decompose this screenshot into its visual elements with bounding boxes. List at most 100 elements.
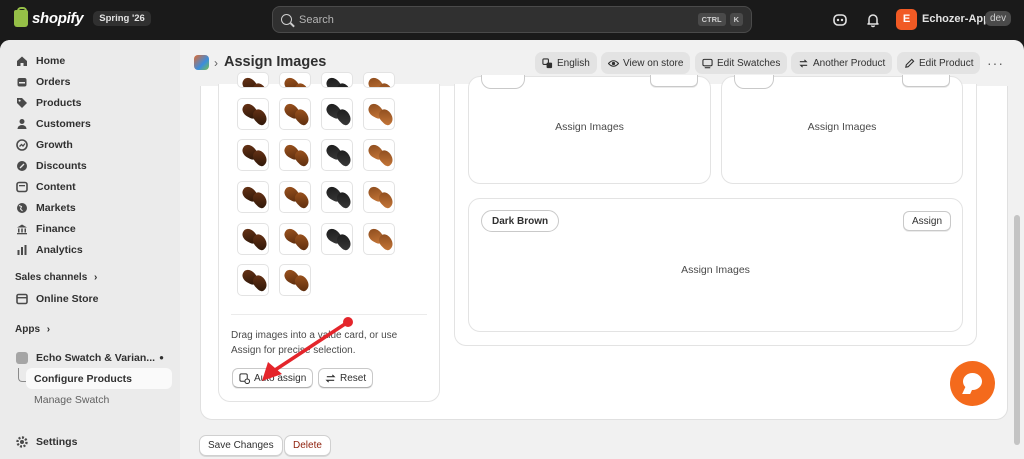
orders-icon: [17, 77, 27, 86]
image-thumbnail[interactable]: [237, 72, 269, 88]
sidebar-item-markets[interactable]: Markets: [8, 197, 172, 218]
image-thumbnail[interactable]: [363, 72, 395, 88]
image-thumbnail[interactable]: [237, 98, 269, 130]
shopify-bag-icon: [14, 7, 28, 27]
image-thumbnail[interactable]: [279, 223, 311, 255]
sidebar-item-orders[interactable]: Orders: [8, 71, 172, 92]
bank-icon: [17, 224, 27, 234]
assign-button[interactable]: [650, 75, 698, 87]
sidebar-item-manage-swatch[interactable]: Manage Swatch: [26, 389, 172, 410]
save-changes-button[interactable]: Save Changes: [199, 435, 283, 456]
reset-button[interactable]: Reset: [318, 368, 374, 388]
value-card-dark-brown[interactable]: Dark Brown Assign Assign Images: [468, 198, 963, 332]
shopify-logo[interactable]: shopify Spring '26: [14, 7, 151, 27]
sidebar-item-discounts[interactable]: Discounts: [8, 155, 172, 176]
sidebar-item-label: Echo Swatch & Varian...: [36, 351, 156, 364]
swap-icon: [799, 58, 808, 68]
store-avatar[interactable]: E: [896, 9, 917, 30]
another-product-button[interactable]: Another Product: [791, 52, 893, 74]
value-card[interactable]: Assign Images: [468, 75, 711, 184]
sidebar-item-settings[interactable]: Settings: [8, 431, 172, 452]
pin-dot-icon[interactable]: ●: [159, 353, 164, 362]
sidebar-item-customers[interactable]: Customers: [8, 113, 172, 134]
edit-product-button[interactable]: Edit Product: [897, 52, 981, 74]
image-thumbnail[interactable]: [237, 181, 269, 213]
image-thumbnail[interactable]: [237, 139, 269, 171]
apps-header[interactable]: Apps ›: [15, 324, 50, 335]
button-label: Auto assign: [254, 372, 307, 384]
image-thumbnail[interactable]: [279, 139, 311, 171]
assign-images-card: Drag images into a value card, or use As…: [200, 72, 1008, 420]
image-thumbnail[interactable]: [363, 181, 395, 213]
page-title: Assign Images: [224, 54, 327, 70]
sidebar-item-growth[interactable]: Growth: [8, 134, 172, 155]
page-header: › Assign Images English View on store Ed…: [194, 52, 1014, 76]
discount-icon: [17, 160, 27, 171]
assign-button[interactable]: [902, 75, 950, 87]
delete-button[interactable]: Delete: [284, 435, 331, 456]
tag-icon: [17, 97, 27, 108]
image-thumbnail[interactable]: [363, 139, 395, 171]
value-name-pill: Dark Brown: [481, 210, 560, 232]
more-actions-icon[interactable]: ···: [987, 55, 1004, 71]
person-icon: [17, 118, 27, 129]
button-label: English: [557, 57, 590, 69]
search-bar[interactable]: Search CTRL K: [272, 6, 752, 33]
brand-wordmark: shopify: [32, 10, 84, 27]
sidebar-item-label: Manage Swatch: [34, 393, 110, 406]
image-thumbnail[interactable]: [279, 72, 311, 88]
sidebar-item-finance[interactable]: Finance: [8, 218, 172, 239]
sidebar-item-home[interactable]: Home: [8, 50, 172, 71]
image-thumbnail[interactable]: [321, 139, 353, 171]
sidebar-item-label: Products: [36, 96, 82, 109]
pencil-icon: [905, 58, 915, 68]
chat-support-button[interactable]: [950, 361, 995, 406]
sidebar-item-echo-swatch[interactable]: Echo Swatch & Varian... ●: [8, 347, 172, 368]
value-card[interactable]: Assign Images: [721, 75, 963, 184]
sales-channels-header[interactable]: Sales channels ›: [15, 272, 97, 283]
button-label: View on store: [623, 57, 684, 69]
sidekick-icon[interactable]: [832, 12, 848, 28]
globe-icon: [17, 202, 27, 213]
search-placeholder: Search: [299, 13, 334, 26]
sidebar-item-label: Customers: [36, 117, 91, 130]
sidebar-item-online-store[interactable]: Online Store: [8, 288, 172, 309]
image-thumbnail[interactable]: [279, 98, 311, 130]
image-thumbnail[interactable]: [321, 72, 353, 88]
image-thumbnail[interactable]: [363, 223, 395, 255]
image-thumbnail[interactable]: [279, 264, 311, 296]
image-thumbnail[interactable]: [321, 98, 353, 130]
value-name-pill: [734, 75, 774, 89]
edition-badge: Spring '26: [93, 11, 151, 26]
sidebar-item-label: Content: [36, 180, 76, 193]
sidebar-item-configure-products[interactable]: Configure Products: [26, 368, 172, 389]
breadcrumb-chevron-icon: ›: [214, 56, 218, 70]
bar-chart-icon: [17, 244, 27, 255]
sidebar-item-products[interactable]: Products: [8, 92, 172, 113]
shortcut-key: CTRL: [697, 13, 726, 26]
home-icon: [17, 56, 27, 66]
language-button[interactable]: English: [535, 52, 597, 74]
sidebar-item-label: Configure Products: [34, 372, 133, 385]
app-logo-icon[interactable]: [194, 55, 209, 70]
auto-assign-button[interactable]: Auto assign: [232, 368, 314, 388]
bell-icon[interactable]: [865, 12, 881, 28]
view-on-store-button[interactable]: View on store: [601, 52, 691, 74]
image-thumbnail[interactable]: [237, 264, 269, 296]
assign-button[interactable]: Assign: [902, 211, 951, 231]
image-thumbnail[interactable]: [321, 181, 353, 213]
image-thumbnail[interactable]: [321, 223, 353, 255]
eye-icon: [608, 59, 619, 67]
sidebar-item-analytics[interactable]: Analytics: [8, 239, 172, 260]
button-label: Another Product: [813, 57, 886, 69]
sidebar-item-content[interactable]: Content: [8, 176, 172, 197]
page-scrollbar[interactable]: [1014, 215, 1020, 445]
image-thumbnail[interactable]: [279, 181, 311, 213]
sidebar-item-label: Settings: [36, 435, 78, 448]
admin-shell: Home Orders Products Customers Growth Di…: [0, 40, 1024, 459]
edit-swatches-button[interactable]: Edit Swatches: [695, 52, 788, 74]
button-label: Edit Swatches: [717, 57, 781, 69]
image-thumbnail[interactable]: [237, 223, 269, 255]
image-thumbnail[interactable]: [363, 98, 395, 130]
shortcut-key: K: [729, 13, 743, 26]
